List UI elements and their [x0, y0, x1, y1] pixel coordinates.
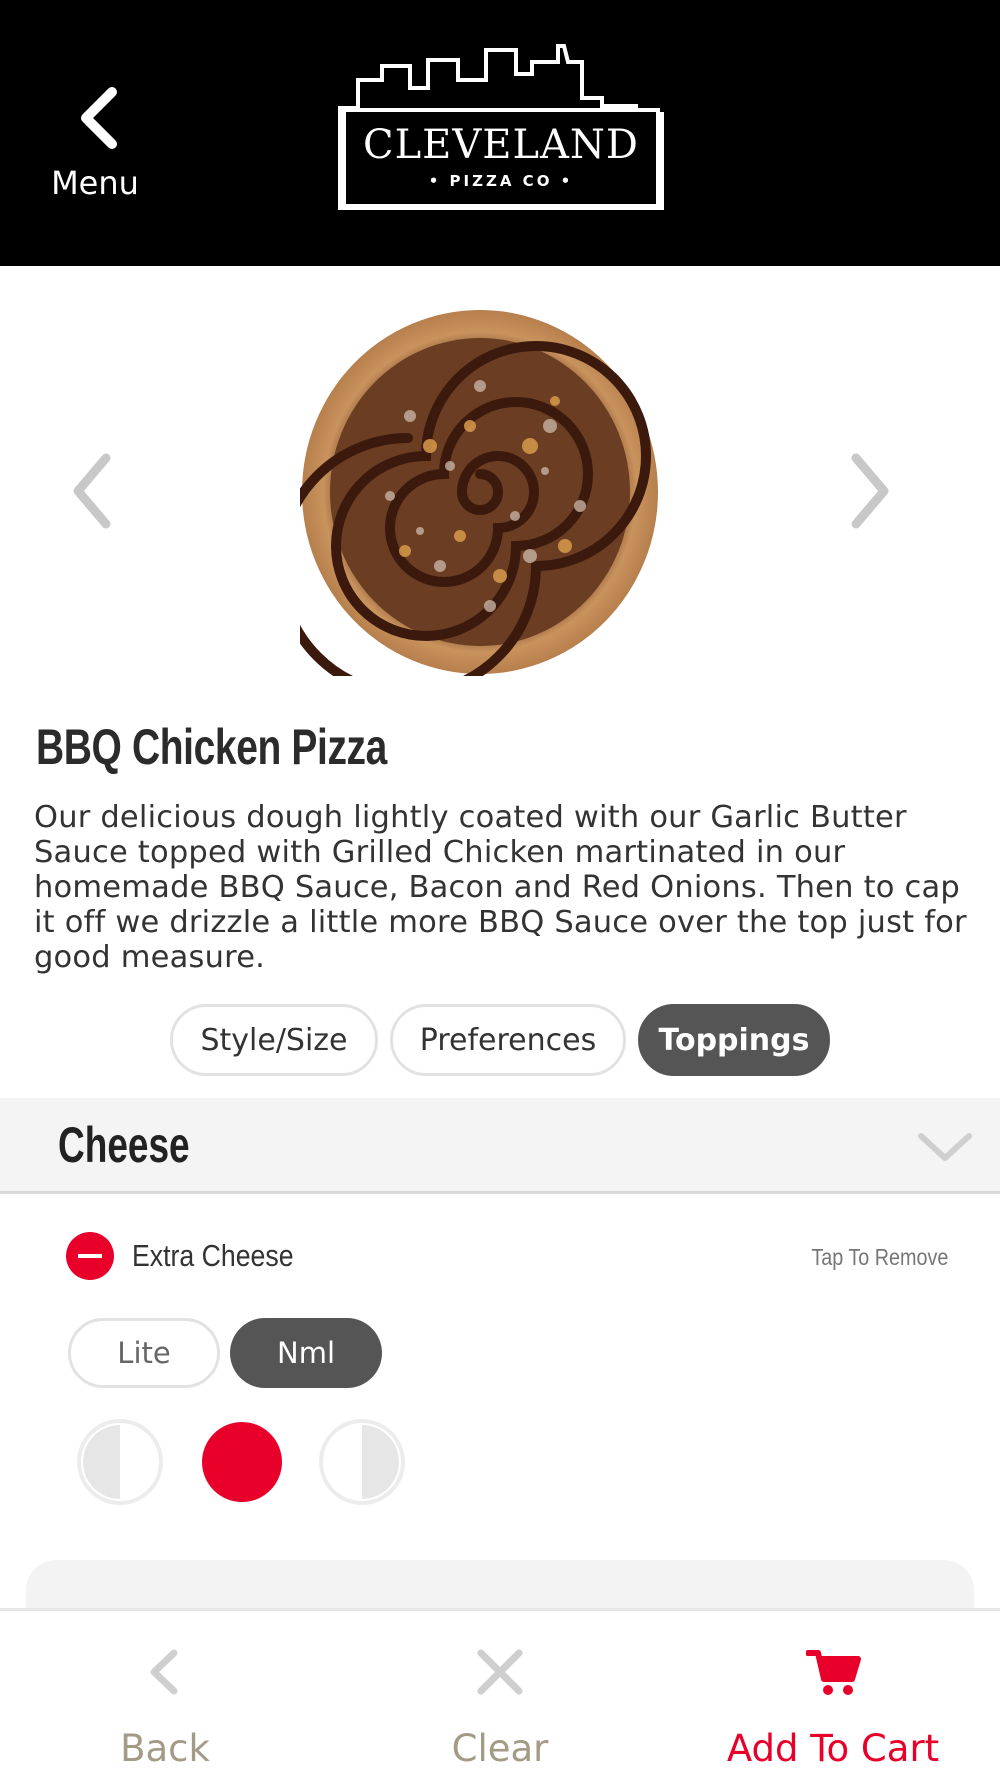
clear-label: Clear [451, 1727, 549, 1770]
topping-name: Extra Cheese [132, 1238, 294, 1273]
logo-subtitle: • PIZZA CO • [428, 172, 574, 190]
add-to-cart-button[interactable]: Add To Cart [688, 1611, 978, 1778]
left-half-coverage-icon[interactable] [76, 1418, 164, 1506]
cheese-section-header[interactable]: Cheese [0, 1098, 1000, 1194]
amount-lite-button[interactable]: Lite [68, 1318, 220, 1388]
bottom-action-bar: Back Clear Add To Cart [0, 1608, 1000, 1778]
right-half-coverage-icon[interactable] [318, 1418, 406, 1506]
tab-preferences[interactable]: Preferences [390, 1004, 626, 1076]
close-icon [477, 1649, 523, 1695]
minus-circle-icon[interactable] [66, 1232, 114, 1280]
back-button[interactable]: Back [60, 1611, 270, 1778]
customization-tabs: Style/Size Preferences Toppings [0, 1004, 1000, 1076]
clear-button[interactable]: Clear [395, 1611, 605, 1778]
chevron-left-icon[interactable] [62, 446, 122, 536]
back-label: Back [120, 1727, 210, 1770]
product-title: BBQ Chicken Pizza [36, 719, 387, 775]
product-description: Our delicious dough lightly coated with … [34, 800, 967, 975]
chevron-left-icon [81, 87, 117, 149]
logo-wordmark: CLEVELAND [363, 122, 639, 168]
pizza-image [300, 310, 658, 676]
chevron-down-icon [918, 1133, 972, 1161]
brand-logo: CLEVELAND • PIZZA CO • [336, 44, 666, 210]
tab-style-size[interactable]: Style/Size [170, 1004, 378, 1076]
chevron-left-icon [150, 1649, 178, 1695]
tap-to-remove-hint[interactable]: Tap To Remove [811, 1244, 948, 1271]
topping-row-extra-cheese: Extra Cheese Tap To Remove [0, 1224, 1000, 1290]
section-title: Cheese [58, 1117, 190, 1173]
cart-icon [806, 1650, 861, 1695]
menu-back-button[interactable]: Menu [40, 80, 150, 210]
chevron-right-icon[interactable] [840, 446, 900, 536]
app-header: Menu CLEVELAND • PIZZA CO • [0, 0, 1000, 266]
amount-normal-button[interactable]: Nml [230, 1318, 382, 1388]
add-to-cart-label: Add To Cart [726, 1727, 940, 1770]
menu-back-label: Menu [51, 164, 139, 202]
product-image-carousel [0, 266, 1000, 696]
tab-toppings[interactable]: Toppings [638, 1004, 830, 1076]
whole-coverage-icon[interactable] [198, 1418, 286, 1506]
